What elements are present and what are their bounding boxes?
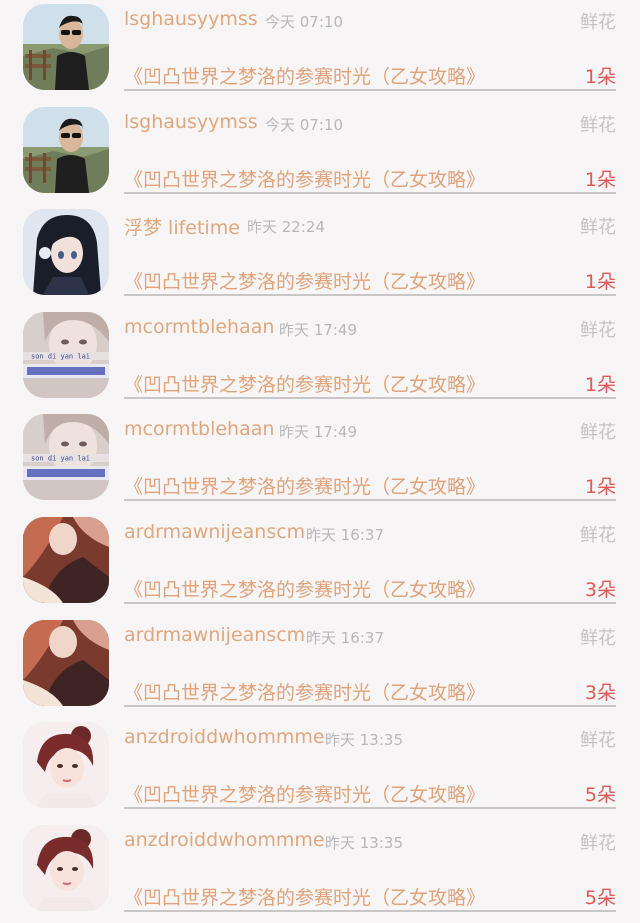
list-item[interactable]: lsghausyymss 今天 07:10 鲜花 《凹凸世界之梦洛的参赛时光（乙…	[0, 103, 640, 206]
username[interactable]: 浮梦 lifetime	[124, 213, 240, 240]
timestamp: 昨天 17:49	[279, 320, 357, 339]
avatar-caption-text: son di yan lai	[31, 455, 90, 463]
gift-count: 5朵	[584, 886, 616, 909]
gift-count: 1朵	[584, 373, 616, 396]
username[interactable]: mcormtblehaan	[124, 316, 274, 338]
avatar[interactable]	[23, 209, 109, 296]
gift-type-label: 鲜花	[580, 12, 616, 33]
divider	[124, 499, 616, 502]
divider	[124, 191, 616, 194]
avatar[interactable]: son di yan lai	[23, 414, 109, 501]
book-title-link[interactable]: 《凹凸世界之梦洛的参赛时光（乙女攻略》	[124, 62, 485, 89]
gift-type-label: 鲜花	[580, 217, 616, 239]
timestamp: 昨天 16:37	[306, 628, 384, 647]
list-item[interactable]: 浮梦 lifetime 昨天 22:24 鲜花 《凹凸世界之梦洛的参赛时光（乙女…	[0, 205, 640, 308]
flower-gift-list: lsghausyymss 今天 07:10 鲜花 《凹凸世界之梦洛的参赛时光（乙…	[0, 0, 640, 923]
username[interactable]: anzdroiddwhommme	[124, 726, 325, 748]
timestamp: 昨天 17:49	[279, 423, 357, 442]
gift-count: 3朵	[584, 578, 616, 601]
list-item[interactable]: ardrmawnijeanscm 昨天 16:37 鲜花 《凹凸世界之梦洛的参赛…	[0, 616, 640, 719]
username[interactable]: ardrmawnijeanscm	[124, 624, 305, 646]
gift-count: 1朵	[584, 271, 616, 294]
avatar[interactable]	[23, 106, 109, 193]
gift-type-label: 鲜花	[580, 524, 616, 546]
gift-count: 5朵	[584, 784, 616, 807]
list-item[interactable]: son di yan lai mcormtblehaan 昨天 17:49 鲜花…	[0, 308, 640, 411]
avatar[interactable]	[23, 824, 109, 911]
gift-type-label: 鲜花	[580, 114, 616, 136]
divider	[124, 294, 616, 297]
avatar[interactable]: son di yan lai	[23, 311, 109, 398]
username[interactable]: lsghausyymss	[124, 8, 258, 30]
username[interactable]: ardrmawnijeanscm	[124, 521, 305, 543]
book-title-link[interactable]: 《凹凸世界之梦洛的参赛时光（乙女攻略》	[124, 678, 485, 705]
list-item[interactable]: son di yan lai mcormtblehaan 昨天 17:49 鲜花…	[0, 410, 640, 513]
divider	[124, 89, 616, 91]
book-title-link[interactable]: 《凹凸世界之梦洛的参赛时光（乙女攻略》	[124, 883, 485, 910]
avatar[interactable]	[23, 4, 109, 90]
gift-type-label: 鲜花	[580, 627, 616, 649]
book-title-link[interactable]: 《凹凸世界之梦洛的参赛时光（乙女攻略》	[124, 165, 485, 192]
divider	[124, 807, 616, 810]
timestamp: 昨天 13:35	[325, 731, 403, 750]
timestamp: 今天 07:10	[265, 13, 343, 31]
gift-type-label: 鲜花	[580, 319, 616, 341]
book-title-link[interactable]: 《凹凸世界之梦洛的参赛时光（乙女攻略》	[124, 780, 485, 807]
divider	[124, 909, 616, 912]
gift-type-label: 鲜花	[580, 730, 616, 752]
avatar[interactable]	[23, 516, 109, 603]
book-title-link[interactable]: 《凹凸世界之梦洛的参赛时光（乙女攻略》	[124, 472, 485, 499]
username[interactable]: mcormtblehaan	[124, 418, 274, 440]
avatar-caption-text: son di yan lai	[31, 352, 90, 360]
avatar[interactable]	[23, 619, 109, 706]
timestamp: 昨天 22:24	[247, 218, 325, 237]
divider	[124, 601, 616, 604]
divider	[124, 704, 616, 707]
gift-count: 1朵	[584, 168, 616, 191]
list-item[interactable]: ardrmawnijeanscm 昨天 16:37 鲜花 《凹凸世界之梦洛的参赛…	[0, 513, 640, 616]
book-title-link[interactable]: 《凹凸世界之梦洛的参赛时光（乙女攻略》	[124, 267, 485, 294]
gift-type-label: 鲜花	[580, 832, 616, 854]
username[interactable]: lsghausyymss	[124, 111, 258, 133]
timestamp: 昨天 16:37	[306, 525, 384, 544]
list-item[interactable]: anzdroiddwhommme 昨天 13:35 鲜花 《凹凸世界之梦洛的参赛…	[0, 718, 640, 821]
avatar[interactable]	[23, 722, 109, 809]
gift-count: 3朵	[584, 681, 616, 704]
list-item[interactable]: lsghausyymss 今天 07:10 鲜花 《凹凸世界之梦洛的参赛时光（乙…	[0, 0, 640, 103]
book-title-link[interactable]: 《凹凸世界之梦洛的参赛时光（乙女攻略》	[124, 575, 485, 602]
timestamp: 今天 07:10	[265, 115, 343, 134]
username[interactable]: anzdroiddwhommme	[124, 829, 325, 851]
book-title-link[interactable]: 《凹凸世界之梦洛的参赛时光（乙女攻略》	[124, 370, 485, 397]
list-item[interactable]: anzdroiddwhommme 昨天 13:35 鲜花 《凹凸世界之梦洛的参赛…	[0, 821, 640, 923]
gift-type-label: 鲜花	[580, 422, 616, 444]
timestamp: 昨天 13:35	[325, 833, 403, 852]
divider	[124, 396, 616, 399]
gift-count: 1朵	[584, 66, 616, 88]
gift-count: 1朵	[584, 476, 616, 499]
